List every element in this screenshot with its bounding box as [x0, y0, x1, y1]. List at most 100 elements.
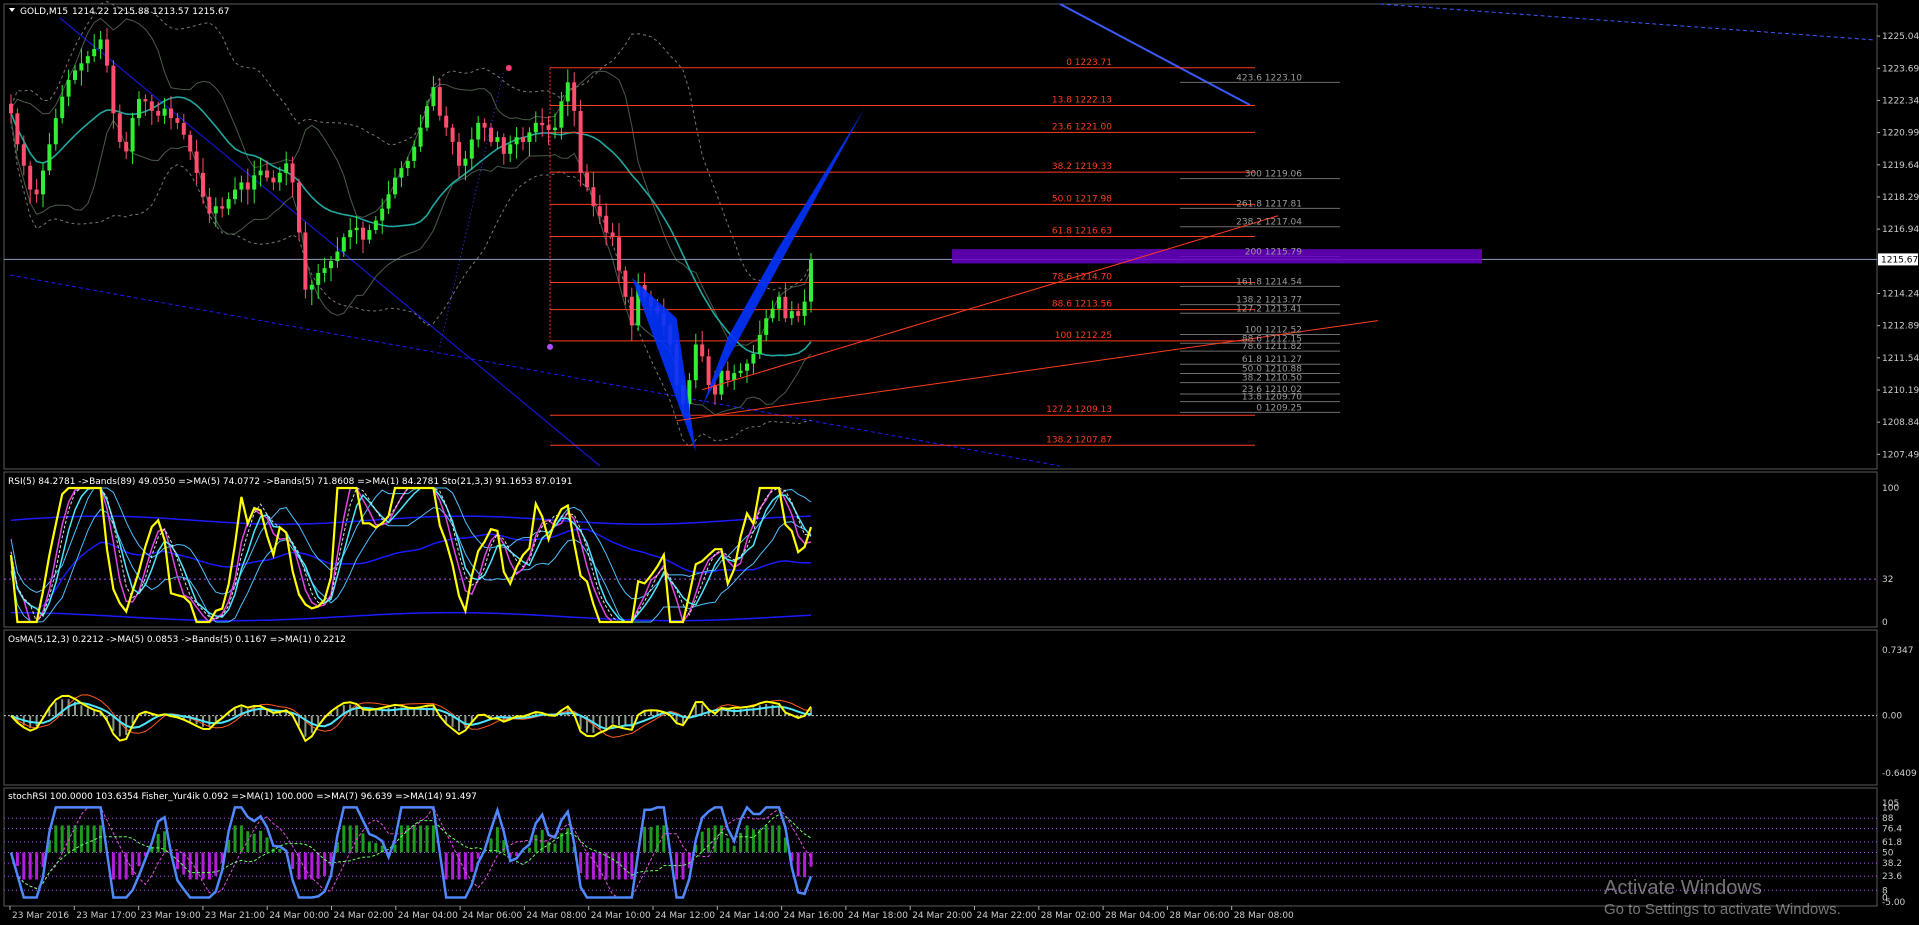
- candle-body[interactable]: [386, 194, 391, 209]
- candle-body[interactable]: [143, 99, 148, 102]
- candle-body[interactable]: [354, 227, 359, 231]
- candle-body[interactable]: [303, 232, 308, 290]
- candle-body[interactable]: [764, 318, 769, 335]
- candle-body[interactable]: [316, 272, 321, 285]
- candle-body[interactable]: [47, 144, 52, 171]
- candle-body[interactable]: [495, 137, 500, 142]
- candle-body[interactable]: [418, 127, 423, 147]
- candle-body[interactable]: [578, 110, 583, 173]
- candle-body[interactable]: [527, 132, 532, 142]
- candle-body[interactable]: [617, 237, 621, 271]
- candle-body[interactable]: [489, 127, 493, 142]
- candle-body[interactable]: [751, 354, 756, 364]
- trendline-dashed[interactable]: [9, 274, 1061, 467]
- candle-body[interactable]: [450, 127, 455, 142]
- candle-body[interactable]: [162, 108, 167, 116]
- candle-body[interactable]: [444, 115, 449, 128]
- trendline-dashed-upper[interactable]: [1379, 3, 1876, 41]
- candle-body[interactable]: [277, 172, 282, 183]
- candle-body[interactable]: [738, 370, 743, 374]
- candle-body[interactable]: [181, 122, 186, 135]
- candle-body[interactable]: [226, 199, 231, 209]
- candle-body[interactable]: [322, 268, 327, 273]
- candle-body[interactable]: [809, 259, 813, 302]
- chevron-down-icon[interactable]: [9, 8, 15, 12]
- candle-body[interactable]: [610, 232, 615, 238]
- candle-body[interactable]: [329, 261, 333, 269]
- candle-body[interactable]: [9, 103, 13, 114]
- candle-body[interactable]: [719, 370, 724, 395]
- candle-body[interactable]: [41, 170, 45, 195]
- candle-body[interactable]: [348, 230, 353, 238]
- candle-body[interactable]: [341, 237, 346, 252]
- candle-body[interactable]: [700, 344, 705, 357]
- candle-body[interactable]: [405, 160, 410, 169]
- candle-body[interactable]: [623, 270, 628, 297]
- candle-body[interactable]: [725, 370, 730, 381]
- candle-body[interactable]: [597, 206, 602, 216]
- candle-body[interactable]: [629, 296, 634, 326]
- candle-body[interactable]: [373, 220, 378, 231]
- trendline[interactable]: [59, 17, 601, 467]
- candle-body[interactable]: [783, 296, 788, 319]
- candle-body[interactable]: [745, 363, 749, 371]
- candle-body[interactable]: [15, 113, 20, 145]
- candle-body[interactable]: [271, 177, 276, 183]
- candle-body[interactable]: [802, 301, 807, 316]
- candle-body[interactable]: [796, 311, 801, 316]
- candle-body[interactable]: [233, 189, 237, 200]
- supply-zone[interactable]: [952, 249, 1482, 264]
- candle-body[interactable]: [60, 96, 65, 119]
- candle-body[interactable]: [425, 106, 429, 128]
- candle-body[interactable]: [239, 182, 244, 190]
- candle-body[interactable]: [380, 208, 385, 221]
- candle-body[interactable]: [73, 70, 77, 80]
- candle-body[interactable]: [175, 118, 180, 123]
- candle-body[interactable]: [156, 110, 161, 116]
- candle-body[interactable]: [252, 175, 257, 190]
- candle-body[interactable]: [169, 108, 173, 119]
- candle-body[interactable]: [124, 141, 129, 152]
- candle-body[interactable]: [361, 227, 365, 240]
- candle-body[interactable]: [290, 163, 295, 183]
- candle-body[interactable]: [21, 144, 26, 166]
- candle-body[interactable]: [130, 118, 135, 152]
- candle-body[interactable]: [482, 122, 487, 128]
- candle-body[interactable]: [476, 122, 481, 140]
- chart-canvas[interactable]: 0 1223.71 13.8 1222.13 23.6 1221.00 38.2 12…: [0, 0, 1919, 925]
- harmonic-pattern-right[interactable]: [702, 108, 865, 407]
- candle-body[interactable]: [367, 230, 372, 240]
- candle-body[interactable]: [85, 56, 90, 64]
- candle-body[interactable]: [98, 39, 103, 49]
- candle-body[interactable]: [194, 151, 199, 173]
- candle-body[interactable]: [559, 101, 564, 128]
- candle-body[interactable]: [207, 196, 212, 214]
- candle-body[interactable]: [521, 137, 525, 142]
- candle-body[interactable]: [777, 296, 781, 309]
- candle-body[interactable]: [309, 284, 314, 290]
- candle-body[interactable]: [604, 215, 609, 233]
- candle-body[interactable]: [770, 308, 775, 319]
- candle-body[interactable]: [533, 122, 538, 133]
- candle-body[interactable]: [335, 251, 340, 262]
- candle-body[interactable]: [789, 311, 794, 319]
- candle-body[interactable]: [105, 39, 109, 66]
- candle-body[interactable]: [757, 334, 762, 354]
- candle-body[interactable]: [79, 63, 84, 71]
- candle-body[interactable]: [53, 118, 58, 145]
- candle-body[interactable]: [111, 65, 116, 114]
- candle-body[interactable]: [412, 146, 417, 161]
- candle-body[interactable]: [201, 172, 205, 197]
- candle-body[interactable]: [213, 206, 218, 214]
- candle-body[interactable]: [463, 158, 468, 166]
- candle-body[interactable]: [508, 144, 513, 154]
- candle-body[interactable]: [66, 79, 71, 97]
- candle-body[interactable]: [34, 189, 39, 195]
- candle-body[interactable]: [591, 187, 596, 207]
- candle-body[interactable]: [245, 182, 250, 190]
- candle-body[interactable]: [431, 87, 436, 107]
- candle-body[interactable]: [693, 344, 698, 381]
- candle-body[interactable]: [258, 170, 263, 176]
- candle-body[interactable]: [437, 87, 442, 116]
- candle-body[interactable]: [137, 99, 141, 119]
